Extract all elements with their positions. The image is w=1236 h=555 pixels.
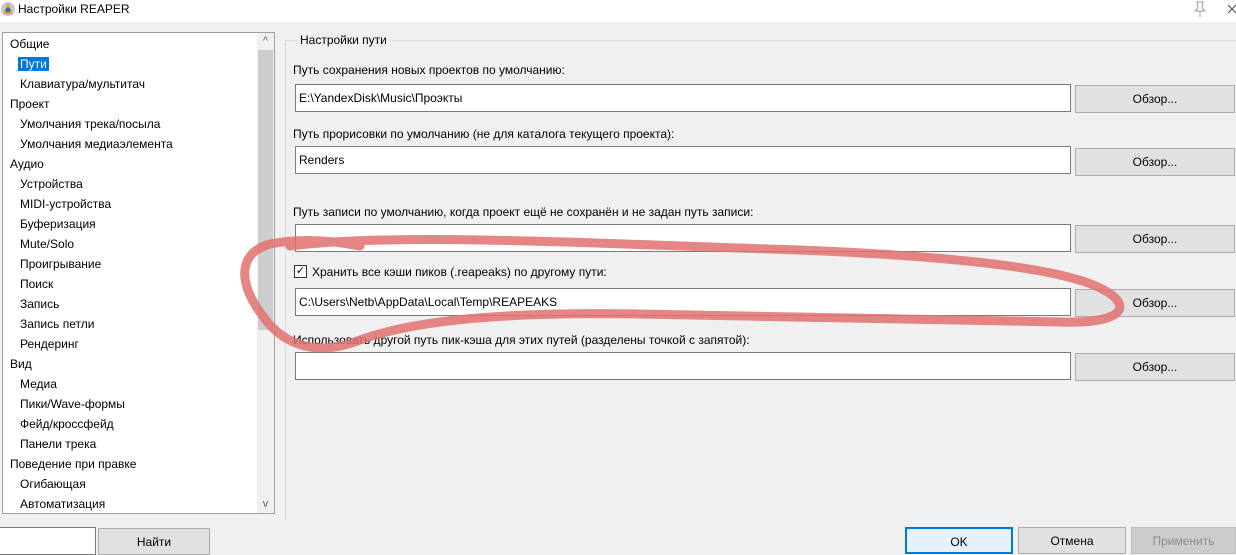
title-bar: Настройки REAPER [0, 0, 1236, 22]
tree-item-editing-behavior[interactable]: Поведение при правке [10, 455, 136, 473]
chevron-down-icon[interactable]: v [257, 496, 274, 513]
tree-scrollbar[interactable]: ^ v [257, 33, 274, 513]
new-projects-label: Путь сохранения новых проектов по умолча… [293, 63, 565, 77]
tree-item-project[interactable]: Проект [10, 95, 50, 113]
tree-item-playback[interactable]: Проигрывание [20, 255, 101, 273]
tree-item-mute-solo[interactable]: Mute/Solo [20, 235, 74, 253]
tree-item-media[interactable]: Медиа [20, 375, 57, 393]
section-title: Настройки пути [297, 33, 390, 47]
record-path-label: Путь записи по умолчанию, когда проект е… [293, 205, 754, 219]
tree-item-loop-recording[interactable]: Запись петли [20, 315, 94, 333]
window-title: Настройки REAPER [18, 2, 130, 16]
find-button[interactable]: Найти [98, 528, 210, 555]
browse-alt-peaks-button[interactable]: Обзор... [1075, 353, 1235, 381]
record-path-input[interactable] [295, 224, 1071, 252]
checkmark-icon: ✓ [295, 265, 306, 277]
preferences-tree[interactable]: Общие Пути Клавиатура/мультитач Проект У… [2, 32, 275, 514]
search-input[interactable] [0, 527, 96, 555]
tree-item-midi-devices[interactable]: MIDI-устройства [20, 195, 111, 213]
tree-item-devices[interactable]: Устройства [20, 175, 83, 193]
tree-item-automation[interactable]: Автоматизация [20, 495, 105, 513]
tree-item-buffering[interactable]: Буферизация [20, 215, 96, 233]
peaks-path-input[interactable]: C:\Users\Netb\AppData\Local\Temp\REAPEAK… [295, 288, 1071, 316]
pin-icon[interactable] [1191, 0, 1209, 18]
store-peaks-checkbox[interactable]: ✓ [294, 265, 307, 278]
render-path-input[interactable]: Renders [295, 146, 1071, 174]
tree-item-keyboard[interactable]: Клавиатура/мультитач [20, 75, 145, 93]
tree-item-fades[interactable]: Фейд/кроссфейд [20, 415, 114, 433]
cancel-button[interactable]: Отмена [1018, 527, 1126, 554]
tree-item-track-defaults[interactable]: Умолчания трека/посыла [20, 115, 160, 133]
tree-item-seek[interactable]: Поиск [20, 275, 53, 293]
chevron-up-icon[interactable]: ^ [257, 33, 274, 50]
new-projects-path-input[interactable]: E:\YandexDisk\Music\Проэкты [295, 84, 1071, 112]
tree-item-track-panels[interactable]: Панели трека [20, 435, 96, 453]
browse-new-projects-button[interactable]: Обзор... [1075, 85, 1235, 113]
tree-item-peaks[interactable]: Пики/Wave-формы [20, 395, 125, 413]
tree-item-appearance[interactable]: Вид [10, 355, 32, 373]
ok-button[interactable]: OK [905, 527, 1013, 554]
browse-peaks-button[interactable]: Обзор... [1075, 289, 1235, 317]
alt-peaks-path-input[interactable] [295, 352, 1071, 380]
tree-item-audio[interactable]: Аудио [10, 155, 44, 173]
browse-render-button[interactable]: Обзор... [1075, 148, 1235, 176]
store-peaks-label: Хранить все кэши пиков (.reapeaks) по др… [312, 265, 607, 279]
tree-item-envelope[interactable]: Огибающая [20, 475, 86, 493]
reaper-app-icon [1, 2, 15, 16]
tree-item-general[interactable]: Общие [10, 35, 49, 53]
scroll-thumb[interactable] [258, 50, 273, 330]
render-path-label: Путь прорисовки по умолчанию (не для кат… [293, 127, 675, 141]
close-icon[interactable] [1226, 0, 1236, 18]
browse-record-button[interactable]: Обзор... [1075, 225, 1235, 253]
tree-item-paths[interactable]: Пути [18, 55, 49, 73]
apply-button[interactable]: Применить [1131, 527, 1236, 554]
tree-item-media-defaults[interactable]: Умолчания медиаэлемента [20, 135, 173, 153]
tree-item-recording[interactable]: Запись [20, 295, 59, 313]
tree-item-rendering[interactable]: Рендеринг [20, 335, 79, 353]
alt-peaks-label: Использовать другой путь пик-кэша для эт… [293, 333, 750, 347]
